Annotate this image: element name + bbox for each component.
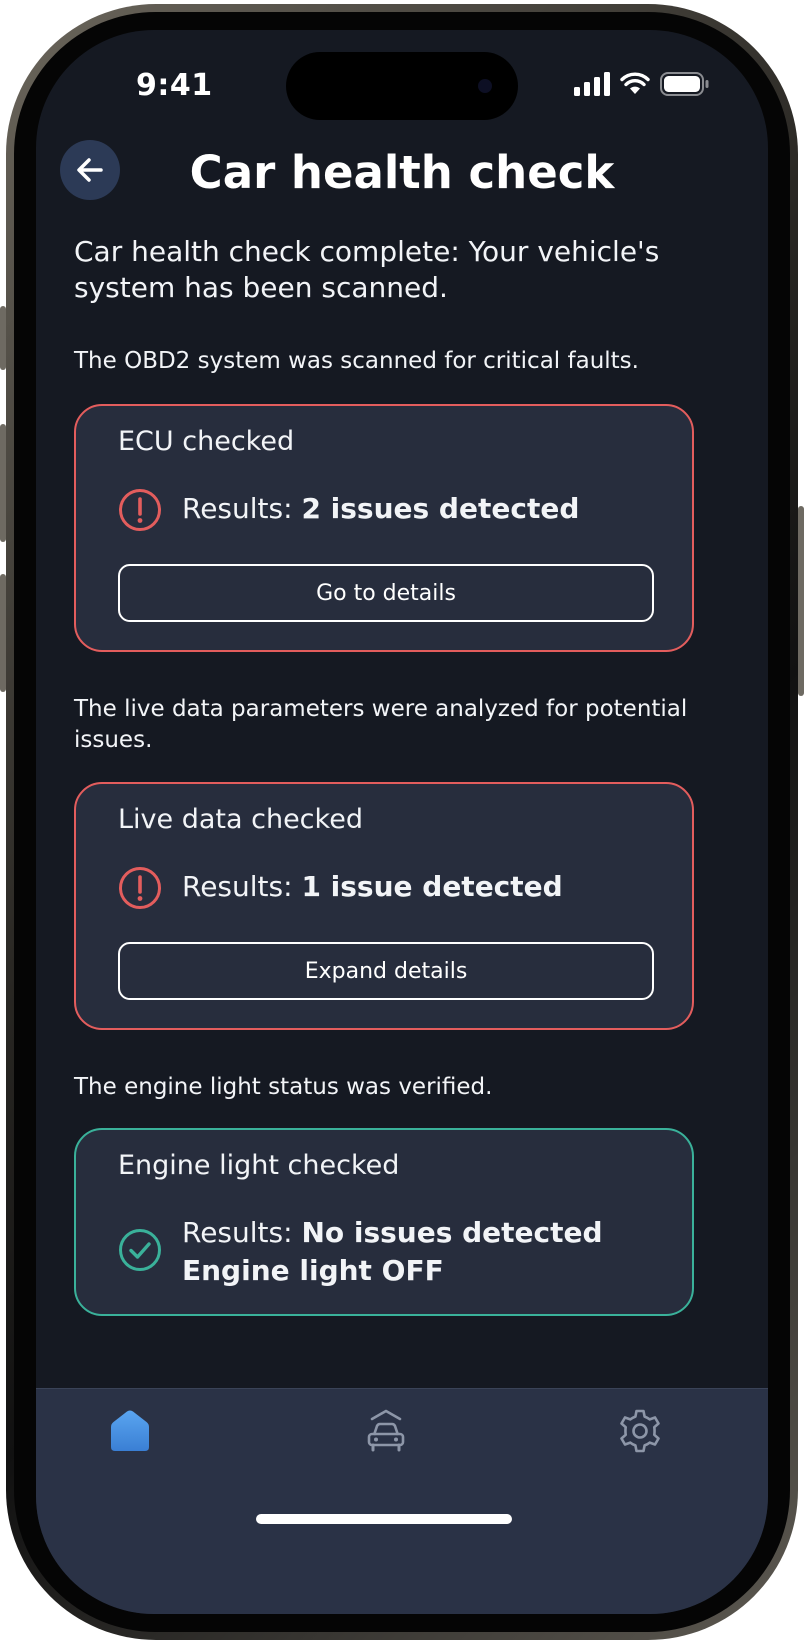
result-text: Results: 1 issue detected — [182, 868, 563, 906]
status-icons — [574, 72, 710, 96]
front-camera — [478, 79, 492, 93]
app-screen: 9:41 Car health check Car health check c… — [36, 30, 768, 1614]
result-prefix: Results: — [182, 1216, 302, 1249]
live-data-card: Live data checked Results: 1 issue detec… — [74, 782, 694, 1030]
expand-details-button[interactable]: Expand details — [118, 942, 654, 1000]
result-row: Results: 2 issues detected — [118, 489, 579, 532]
gear-icon — [620, 1409, 660, 1453]
ecu-section-note: The OBD2 system was scanned for critical… — [74, 348, 639, 374]
alert-icon — [119, 867, 161, 909]
check-circle-icon — [119, 1229, 161, 1271]
volume-down-button — [0, 574, 6, 692]
live-data-section-note: The live data parameters were analyzed f… — [74, 696, 688, 753]
status-time: 9:41 — [136, 68, 213, 103]
result-row: Results: No issues detected Engine light… — [118, 1214, 603, 1290]
result-row: Results: 1 issue detected — [118, 867, 563, 910]
page-title: Car health check — [189, 146, 615, 199]
car-icon — [367, 1409, 405, 1452]
battery-icon — [660, 72, 709, 96]
tab-settings[interactable] — [616, 1407, 664, 1455]
result-value: No issues detected — [301, 1216, 603, 1249]
home-icon — [111, 1410, 149, 1451]
header: Car health check — [36, 140, 768, 210]
go-to-details-button[interactable]: Go to details — [118, 564, 654, 622]
card-title: Live data checked — [118, 804, 363, 835]
result-prefix: Results: — [182, 492, 302, 525]
volume-up-button — [0, 424, 6, 542]
signal-icon — [574, 72, 610, 96]
intro-text: Car health check complete: Your vehicle'… — [74, 235, 660, 304]
wifi-icon — [620, 72, 650, 94]
home-indicator[interactable] — [256, 1514, 512, 1524]
alert-icon — [119, 489, 161, 531]
silent-switch — [0, 306, 6, 370]
engine-light-card: Engine light checked Results: No issues … — [74, 1128, 694, 1316]
engine-light-section-note: The engine light status was verified. — [74, 1074, 493, 1100]
result-value: 2 issues detected — [301, 492, 580, 525]
result-text: Results: 2 issues detected — [182, 490, 579, 528]
power-button — [798, 506, 804, 696]
tab-bar — [36, 1388, 768, 1614]
dynamic-island — [286, 52, 518, 120]
ecu-card: ECU checked Results: 2 issues detected G… — [74, 404, 694, 652]
card-title: Engine light checked — [118, 1150, 400, 1181]
result-value: 1 issue detected — [301, 870, 563, 903]
result-text: Results: No issues detected Engine light… — [182, 1214, 603, 1290]
result-prefix: Results: — [182, 870, 302, 903]
tab-car[interactable] — [362, 1407, 410, 1455]
tab-home[interactable] — [106, 1407, 154, 1455]
engine-light-status: Engine light OFF — [182, 1254, 444, 1287]
card-title: ECU checked — [118, 426, 295, 457]
